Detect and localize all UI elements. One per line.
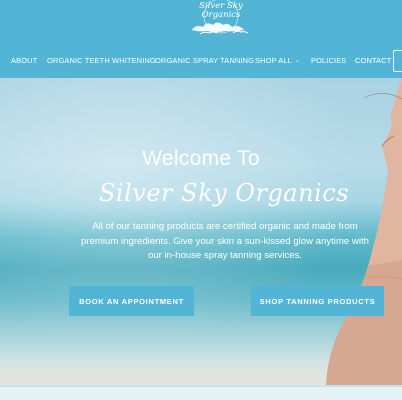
next-section-strip xyxy=(0,385,402,400)
nav-item-about[interactable]: ABOUT xyxy=(11,56,37,65)
hero-section: Welcome To Silver Sky Organics All of ou… xyxy=(0,78,402,385)
chevron-down-icon: ⌄ xyxy=(294,58,301,64)
hero-brand-heading: Silver Sky Organics xyxy=(98,179,350,207)
nav-item-policies[interactable]: POLICIES xyxy=(311,56,346,65)
nav-item-shop-all-label: SHOP ALL xyxy=(255,56,292,65)
nav-item-organic-teeth-whitening[interactable]: ORGANIC TEETH WHITENING xyxy=(47,56,156,65)
logo-wordmark: Silver Sky Organics xyxy=(199,1,243,20)
nav-cta-button[interactable] xyxy=(393,50,402,72)
shop-tanning-products-button[interactable]: SHOP TANNING PRODUCTS xyxy=(251,286,384,316)
main-nav: ABOUT ORGANIC TEETH WHITENING ORGANIC SP… xyxy=(0,50,402,72)
hero-welcome-heading: Welcome To xyxy=(142,147,260,170)
nav-item-organic-spray-tanning[interactable]: ORGANIC SPRAY TANNING xyxy=(155,56,254,65)
hero-description: All of our tanning products are certifie… xyxy=(81,221,369,261)
book-appointment-button[interactable]: BOOK AN APPOINTMENT xyxy=(69,286,194,316)
site-header: Silver Sky Organics ABOUT ORGANIC TEETH … xyxy=(0,0,402,78)
nav-item-contact[interactable]: CONTACT xyxy=(355,56,391,65)
nav-item-shop-all[interactable]: SHOP ALL ⌄ xyxy=(255,56,300,65)
site-logo[interactable]: Silver Sky Organics xyxy=(186,0,256,38)
section-divider xyxy=(0,385,402,387)
